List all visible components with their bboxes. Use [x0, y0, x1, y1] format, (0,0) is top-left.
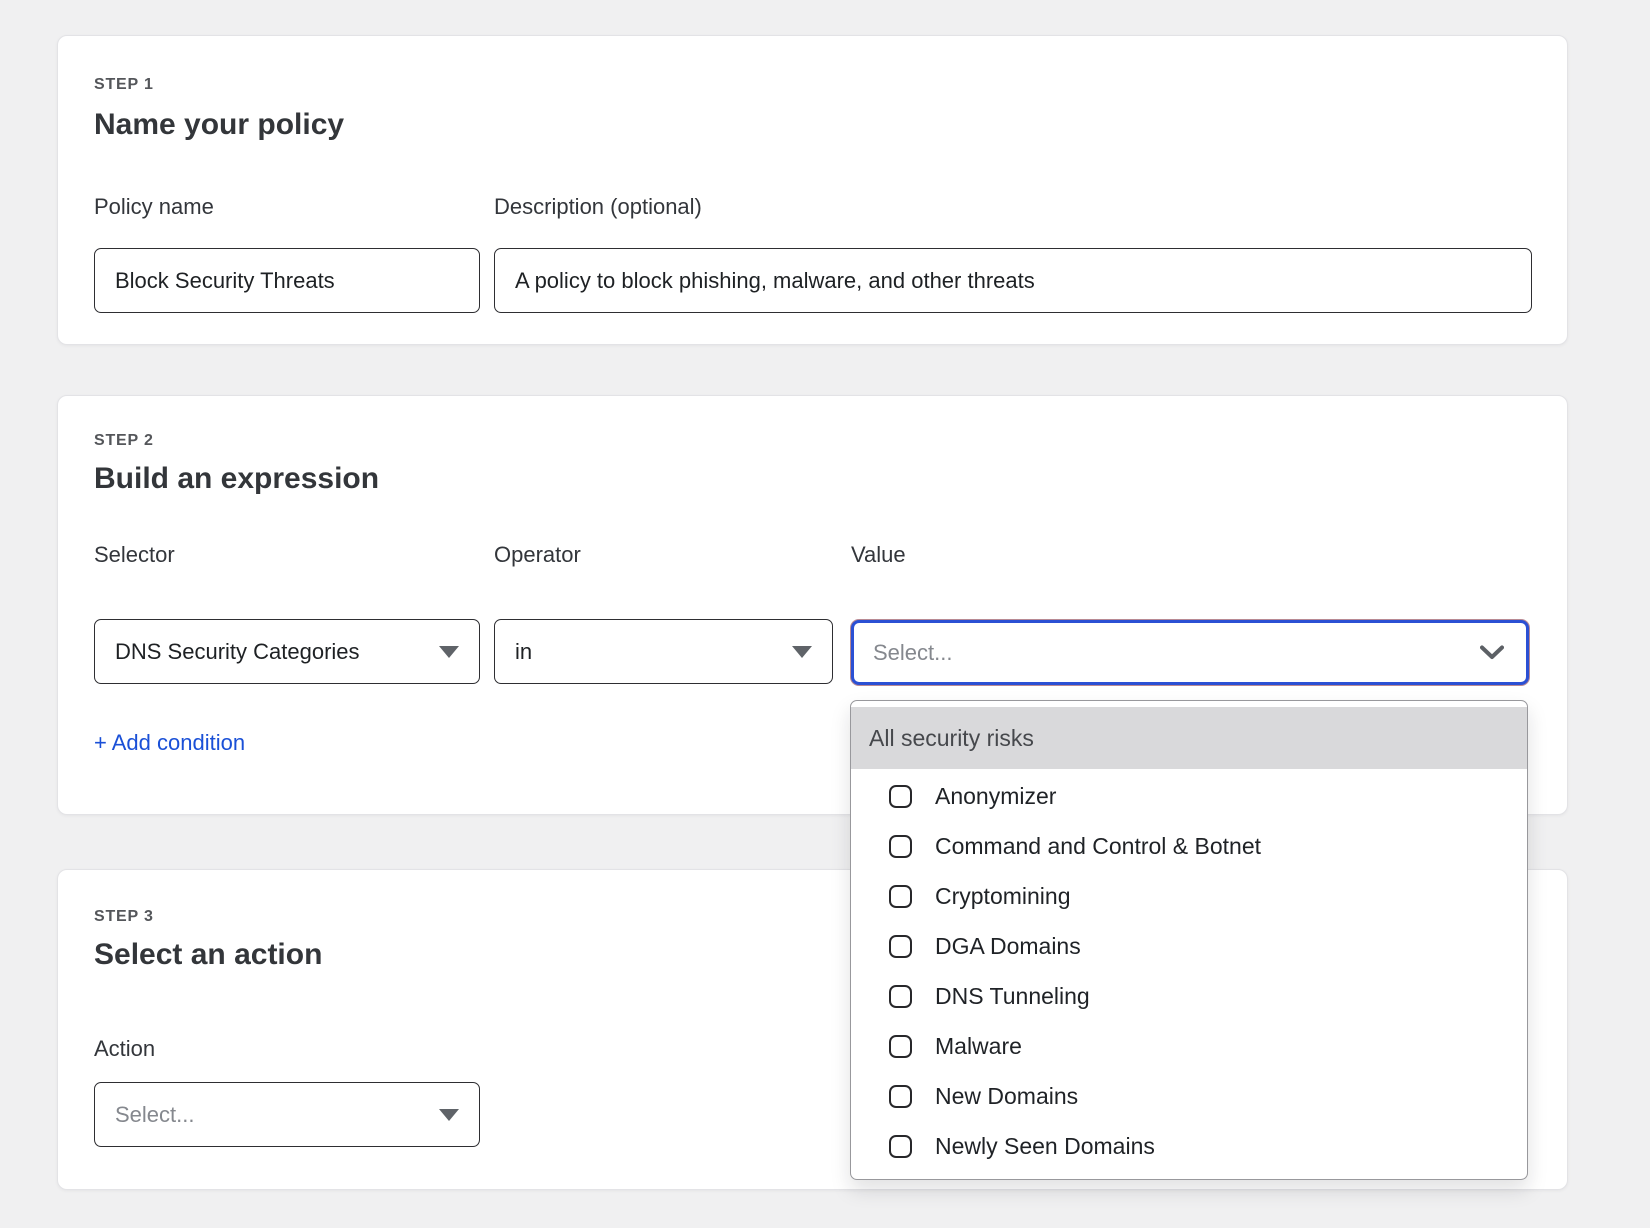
option-label: Command and Control & Botnet	[935, 833, 1261, 860]
option-label: DGA Domains	[935, 933, 1081, 960]
dropdown-option[interactable]: Cryptomining	[851, 871, 1527, 921]
option-checkbox[interactable]	[889, 935, 912, 958]
option-checkbox[interactable]	[889, 785, 912, 808]
description-label: Description (optional)	[494, 194, 1532, 220]
option-label: DNS Tunneling	[935, 983, 1090, 1010]
option-label: Malware	[935, 1033, 1022, 1060]
option-checkbox[interactable]	[889, 885, 912, 908]
action-label: Action	[94, 1036, 480, 1062]
value-dropdown-panel: All security risks Anonymizer Command an…	[850, 700, 1528, 1180]
option-checkbox[interactable]	[889, 1135, 912, 1158]
dropdown-arrow-icon	[439, 1109, 459, 1121]
operator-dropdown-value: in	[515, 639, 782, 665]
option-label: New Domains	[935, 1083, 1078, 1110]
step1-card: STEP 1 Name your policy Policy name Desc…	[57, 35, 1568, 345]
step1-label: STEP 1	[94, 76, 154, 94]
chevron-down-icon	[1480, 645, 1504, 660]
dropdown-arrow-icon	[439, 646, 459, 658]
step2-title: Build an expression	[94, 462, 379, 496]
selector-dropdown[interactable]: DNS Security Categories	[94, 619, 480, 684]
dropdown-option[interactable]: DGA Domains	[851, 921, 1527, 971]
option-checkbox[interactable]	[889, 1035, 912, 1058]
option-label: Anonymizer	[935, 783, 1056, 810]
operator-label: Operator	[494, 542, 833, 568]
value-label: Value	[851, 542, 1529, 568]
dropdown-option[interactable]: Malware	[851, 1021, 1527, 1071]
dropdown-option[interactable]: New Domains	[851, 1071, 1527, 1121]
option-checkbox[interactable]	[889, 985, 912, 1008]
policy-name-label: Policy name	[94, 194, 480, 220]
dropdown-options-list: Anonymizer Command and Control & Botnet …	[851, 771, 1527, 1171]
step2-label: STEP 2	[94, 432, 154, 450]
policy-name-input[interactable]	[94, 248, 480, 313]
selector-label: Selector	[94, 542, 480, 568]
value-placeholder: Select...	[873, 640, 1480, 666]
option-checkbox[interactable]	[889, 835, 912, 858]
action-dropdown[interactable]: Select...	[94, 1082, 480, 1147]
dropdown-option[interactable]: Anonymizer	[851, 771, 1527, 821]
dropdown-option[interactable]: Newly Seen Domains	[851, 1121, 1527, 1171]
dropdown-option[interactable]: Command and Control & Botnet	[851, 821, 1527, 871]
dropdown-group-header[interactable]: All security risks	[851, 707, 1527, 769]
option-label: Newly Seen Domains	[935, 1133, 1155, 1160]
description-input[interactable]	[494, 248, 1532, 313]
step3-label: STEP 3	[94, 908, 154, 926]
value-multiselect[interactable]: Select...	[851, 620, 1529, 685]
operator-dropdown[interactable]: in	[494, 619, 833, 684]
selector-dropdown-value: DNS Security Categories	[115, 639, 429, 665]
step1-title: Name your policy	[94, 108, 344, 142]
dropdown-arrow-icon	[792, 646, 812, 658]
step3-title: Select an action	[94, 938, 322, 972]
add-condition-link[interactable]: + Add condition	[94, 730, 245, 756]
option-checkbox[interactable]	[889, 1085, 912, 1108]
option-label: Cryptomining	[935, 883, 1071, 910]
action-dropdown-placeholder: Select...	[115, 1102, 429, 1128]
dropdown-option[interactable]: DNS Tunneling	[851, 971, 1527, 1021]
